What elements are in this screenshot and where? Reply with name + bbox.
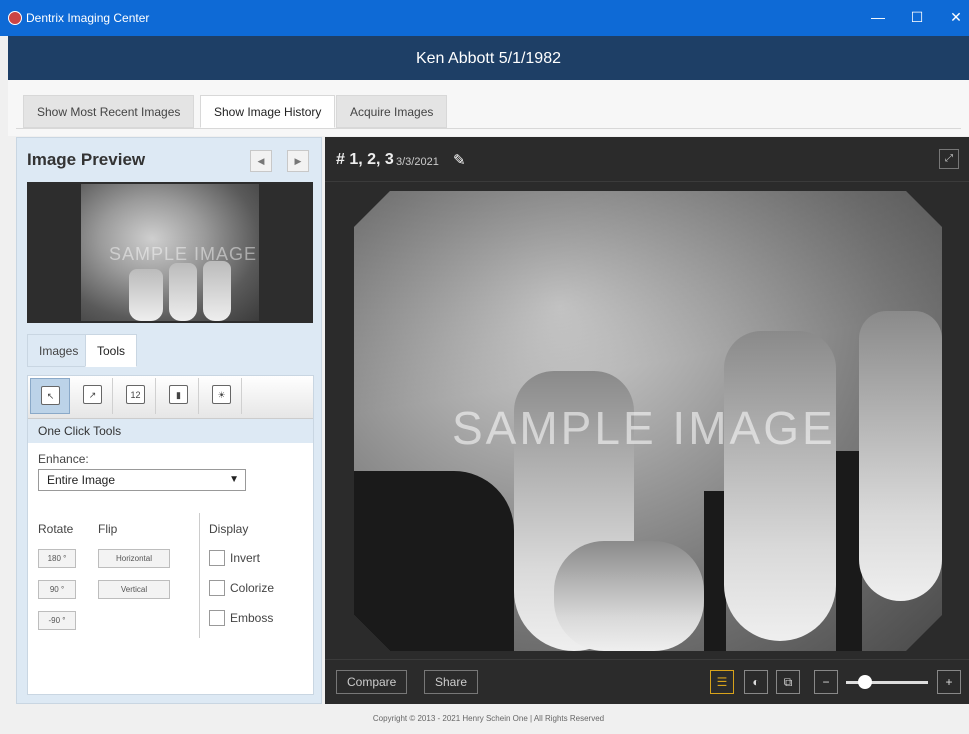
enhance-select-value: Entire Image xyxy=(47,473,116,487)
chevron-down-icon: ▼ xyxy=(229,474,239,485)
maximize-button[interactable]: ☐ xyxy=(897,0,937,36)
share-button[interactable]: Share xyxy=(424,670,479,694)
minimize-button[interactable]: — xyxy=(858,0,898,36)
rotate-label: Rotate xyxy=(38,522,74,536)
tab-acquire-images[interactable]: Acquire Images xyxy=(336,95,448,128)
viewer-header: # 1, 2, 3 3/3/2021 ✎ ⤢ xyxy=(325,137,969,182)
flip-label: Flip xyxy=(98,522,118,536)
left-panel: Image Preview ◀ ▶ SAMPLE IMAGE Images To… xyxy=(16,137,322,704)
xray-image[interactable]: SAMPLE IMAGE xyxy=(354,191,942,651)
colorize-label: Colorize xyxy=(230,581,275,595)
one-click-tools-header: One Click Tools xyxy=(28,419,313,443)
rotate-minus-90-button[interactable]: -90 ° xyxy=(38,611,76,630)
image-date: 3/3/2021 xyxy=(396,156,439,168)
enhance-select[interactable]: Entire Image ▼ xyxy=(38,469,246,491)
edit-pencil-icon[interactable]: ✎ xyxy=(453,151,466,169)
app-logo-icon xyxy=(8,11,22,25)
contrast-icon[interactable]: ◐ xyxy=(744,670,768,694)
patient-header: Ken Abbott 5/1/1982 xyxy=(8,36,969,80)
tab-images[interactable]: Images xyxy=(27,334,91,367)
tooth-numbers: # 1, 2, 3 xyxy=(336,151,394,168)
copyright-footer: Copyright © 2013 - 2021 Henry Schein One… xyxy=(372,714,605,723)
tab-tools[interactable]: Tools xyxy=(85,334,138,367)
image-preview-title: Image Preview xyxy=(27,150,146,169)
flip-vertical-button[interactable]: Vertical xyxy=(98,580,170,599)
window-titlebar: Dentrix Imaging Center — ☐ ✕ xyxy=(0,0,969,36)
one-click-tools-icon[interactable]: ↖ xyxy=(30,378,70,414)
expand-icon[interactable]: ⤢ xyxy=(939,149,959,169)
preview-watermark: SAMPLE IMAGE xyxy=(109,244,258,264)
next-image-button[interactable]: ▶ xyxy=(287,150,309,172)
zoom-out-button[interactable]: − xyxy=(814,670,838,694)
flip-horizontal-button[interactable]: Horizontal xyxy=(98,549,170,568)
emboss-checkbox[interactable] xyxy=(209,610,225,626)
histogram-icon[interactable]: ▮ xyxy=(159,378,199,414)
compare-button[interactable]: Compare xyxy=(336,670,408,694)
window-title: Dentrix Imaging Center xyxy=(26,11,150,25)
rotate-180-button[interactable]: 180 ° xyxy=(38,549,76,568)
enhance-label: Enhance: xyxy=(38,452,89,466)
preview-thumbnail-frame: SAMPLE IMAGE xyxy=(27,182,313,323)
close-button[interactable]: ✕ xyxy=(936,0,969,36)
tab-show-image-history[interactable]: Show Image History xyxy=(200,95,336,128)
tool-strip: ↖ ↗ 12 ▮ ☀ xyxy=(28,376,313,419)
tab-show-most-recent[interactable]: Show Most Recent Images xyxy=(23,95,195,128)
colorize-checkbox[interactable] xyxy=(209,580,225,596)
brightness-icon[interactable]: ☀ xyxy=(202,378,242,414)
tools-divider xyxy=(199,513,200,638)
display-label: Display xyxy=(209,522,249,536)
tab-divider xyxy=(16,128,961,129)
zoom-in-button[interactable]: + xyxy=(937,670,961,694)
emboss-label: Emboss xyxy=(230,611,274,625)
adjust-sliders-icon[interactable]: ☰ xyxy=(710,670,734,694)
rotate-90-button[interactable]: 90 ° xyxy=(38,580,76,599)
xray-watermark: SAMPLE IMAGE xyxy=(452,402,836,454)
measure-icon[interactable]: ↗ xyxy=(73,378,113,414)
zoom-slider-thumb[interactable] xyxy=(858,675,872,689)
copy-window-icon[interactable]: ⧉ xyxy=(776,670,800,694)
viewer-toolbar: Compare Share ☰ ◐ ⧉ − + xyxy=(325,659,969,705)
prev-image-button[interactable]: ◀ xyxy=(250,150,272,172)
invert-label: Invert xyxy=(230,551,261,565)
tools-panel: ↖ ↗ 12 ▮ ☀ One Click Tools Enhance: Enti… xyxy=(27,375,314,695)
invert-checkbox[interactable] xyxy=(209,550,225,566)
preview-thumbnail[interactable]: SAMPLE IMAGE xyxy=(81,184,259,321)
calibrate-icon[interactable]: 12 xyxy=(116,378,156,414)
image-viewer: # 1, 2, 3 3/3/2021 ✎ ⤢ SAMPLE IMAGE Comp… xyxy=(325,137,969,704)
